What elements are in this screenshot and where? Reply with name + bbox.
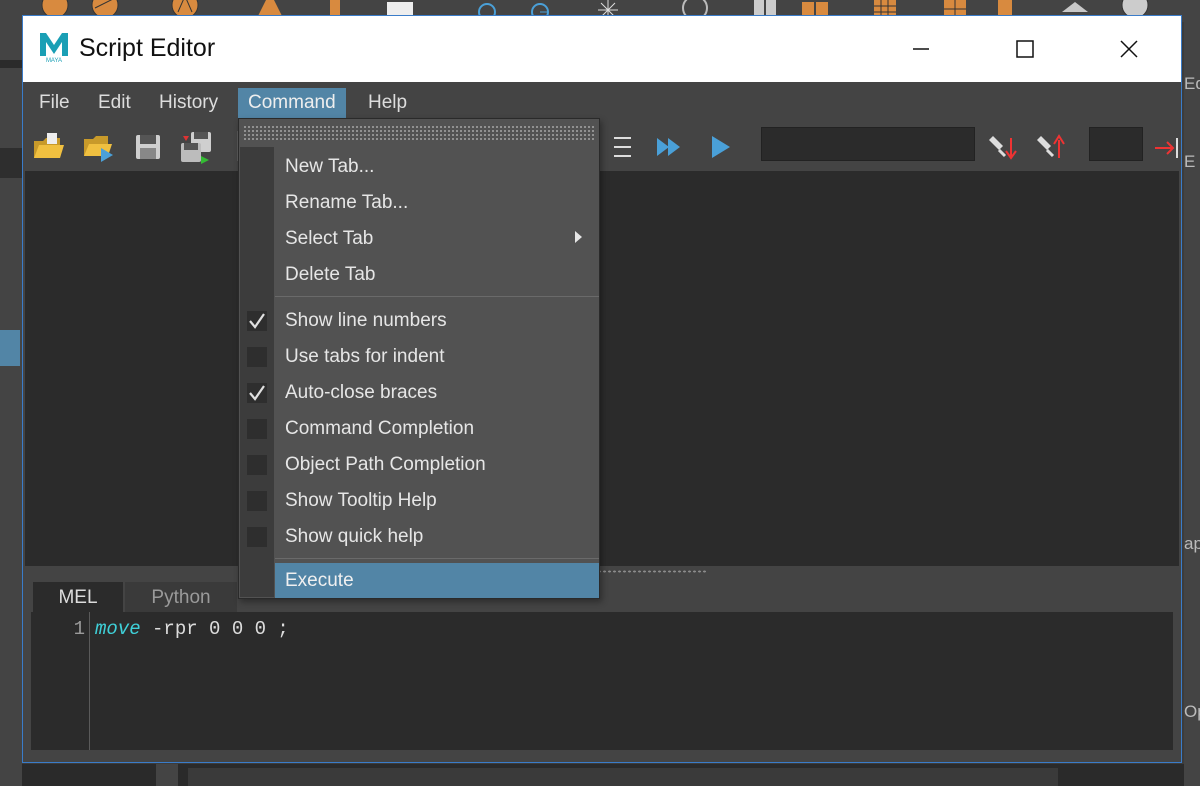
execute-icon[interactable] — [703, 130, 737, 164]
menu-item-object-path-completion[interactable]: Object Path Completion — [275, 448, 599, 482]
checkbox-show-line-numbers[interactable] — [247, 311, 267, 331]
save-selected-icon[interactable] — [179, 130, 213, 164]
line-number-gutter: 1 — [31, 612, 90, 750]
code-command: move — [95, 618, 141, 640]
close-button[interactable] — [1077, 16, 1181, 82]
maya-bottom-block — [156, 764, 178, 786]
menu-separator — [275, 296, 599, 297]
search-up-icon[interactable] — [1033, 130, 1067, 164]
code-editor[interactable]: 1 move -rpr 0 0 0 ; — [31, 612, 1173, 750]
menu-item-command-completion[interactable]: Command Completion — [275, 412, 599, 446]
menu-item-show-line-numbers[interactable]: Show line numbers — [275, 304, 599, 338]
checkbox-command-completion[interactable] — [247, 419, 267, 439]
search-down-icon[interactable] — [985, 130, 1019, 164]
title-bar[interactable]: MAYA Script Editor — [23, 16, 1181, 82]
menu-item-delete-tab[interactable]: Delete Tab — [275, 258, 599, 292]
open-script-icon[interactable] — [31, 130, 65, 164]
menu-item-show-quick-help[interactable]: Show quick help — [275, 520, 599, 554]
menu-file[interactable]: File — [29, 88, 80, 118]
maya-right-panel: Ed E ap Op — [1184, 22, 1200, 786]
maya-right-text: ap — [1184, 534, 1200, 553]
script-editor-window: MAYA Script Editor File Edit History Com… — [22, 15, 1182, 763]
menu-item-use-tabs-for-indent[interactable]: Use tabs for indent — [275, 340, 599, 374]
maximize-icon — [1016, 40, 1034, 58]
checkbox-auto-close-braces[interactable] — [247, 383, 267, 403]
line-number: 1 — [73, 618, 85, 640]
maya-right-text: Ed — [1184, 74, 1200, 93]
goto-line-icon[interactable] — [1151, 130, 1181, 164]
menu-tearoff-handle[interactable] — [243, 125, 595, 141]
save-script-icon[interactable] — [131, 130, 165, 164]
menu-item-execute[interactable]: Execute — [275, 563, 599, 598]
pane-splitter[interactable] — [25, 566, 1179, 576]
menu-item-auto-close-braces[interactable]: Auto-close braces — [275, 376, 599, 410]
checkbox-show-tooltip-help[interactable] — [247, 491, 267, 511]
menu-item-new-tab[interactable]: New Tab... — [275, 150, 599, 184]
menu-item-show-tooltip-help[interactable]: Show Tooltip Help — [275, 484, 599, 518]
maximize-button[interactable] — [973, 16, 1077, 82]
source-script-icon[interactable] — [81, 130, 115, 164]
maya-left-selection — [0, 330, 20, 366]
minimize-icon — [913, 48, 929, 50]
maya-right-text: E — [1184, 152, 1196, 171]
command-menu-dropdown: New Tab... Rename Tab... Select Tab Dele… — [238, 118, 600, 599]
maya-left-strip — [0, 148, 22, 178]
checkbox-show-quick-help[interactable] — [247, 527, 267, 547]
menu-item-rename-tab[interactable]: Rename Tab... — [275, 186, 599, 220]
maya-left-strip — [0, 60, 22, 68]
close-icon — [1120, 40, 1138, 58]
menu-edit[interactable]: Edit — [88, 88, 141, 118]
history-output-pane[interactable] — [25, 171, 1179, 566]
script-tab-bar: MEL Python — [25, 578, 1179, 612]
maya-bottom-block — [188, 768, 1058, 786]
search-input[interactable] — [761, 127, 975, 161]
tab-python[interactable]: Python — [125, 582, 237, 612]
toolbar — [23, 119, 1181, 171]
menu-item-select-tab[interactable]: Select Tab — [275, 222, 599, 256]
minimize-button[interactable] — [869, 16, 973, 82]
tab-mel[interactable]: MEL — [33, 582, 123, 612]
menu-help[interactable]: Help — [358, 88, 417, 118]
goto-line-input[interactable] — [1089, 127, 1143, 161]
menu-command[interactable]: Command — [238, 88, 346, 118]
code-line[interactable]: move -rpr 0 0 0 ; — [95, 618, 289, 640]
checkmark-icon — [249, 385, 265, 401]
maya-logo-label: MAYA — [46, 58, 62, 64]
checkbox-object-path-completion[interactable] — [247, 455, 267, 475]
window-title: Script Editor — [79, 34, 216, 62]
menu-history[interactable]: History — [149, 88, 228, 118]
menu-separator — [275, 558, 599, 559]
code-arguments: -rpr 0 0 0 ; — [140, 618, 289, 640]
checkbox-use-tabs-for-indent[interactable] — [247, 347, 267, 367]
maya-logo-icon: MAYA — [37, 30, 71, 64]
checkmark-icon — [249, 313, 265, 329]
maya-right-text: Op — [1184, 702, 1200, 721]
line-numbers-icon[interactable] — [601, 130, 635, 164]
submenu-arrow-icon — [575, 231, 582, 243]
maya-left-panel — [0, 22, 22, 786]
menu-bar: File Edit History Command Help — [23, 83, 1181, 119]
execute-all-icon[interactable] — [653, 130, 687, 164]
